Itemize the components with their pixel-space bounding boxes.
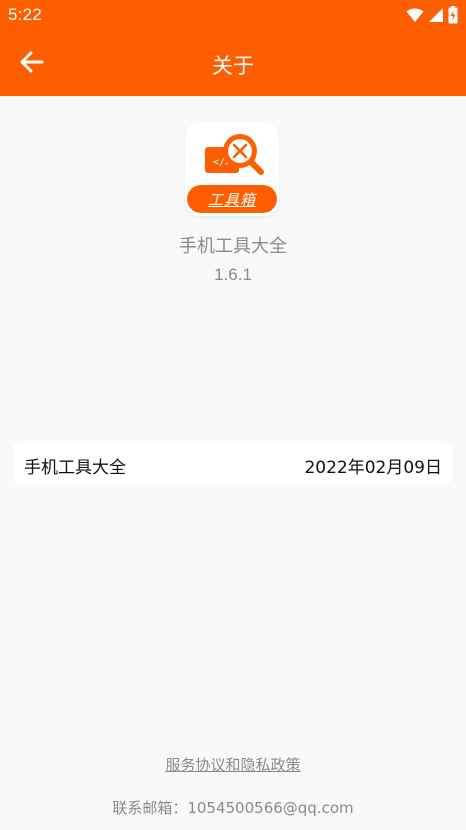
battery-charging-icon: [448, 6, 458, 28]
status-bar: 5:22: [0, 0, 466, 32]
app-bar: 关于: [0, 32, 466, 96]
privacy-policy-link[interactable]: 服务协议和隐私政策: [165, 756, 300, 774]
status-time: 5:22: [8, 5, 42, 24]
icon-banner: 工具箱: [187, 185, 277, 213]
contact-email: 联系邮箱：1054500566@qq.com: [112, 799, 354, 817]
cellular-signal-icon: [428, 7, 444, 27]
app-icon: </> 工具箱: [185, 122, 279, 216]
info-card-date: 2022年02月09日: [304, 458, 442, 478]
page-title: 关于: [212, 54, 254, 78]
status-icons: [406, 6, 458, 28]
info-card-app-name: 手机工具大全: [24, 458, 126, 478]
policy-link-container: 服务协议和隐私政策: [0, 754, 466, 775]
app-version: 1.6.1: [214, 265, 252, 284]
info-card: 手机工具大全 2022年02月09日: [13, 441, 452, 485]
wifi-icon: [406, 8, 424, 27]
icon-banner-text: 工具箱: [207, 190, 256, 209]
app-name: 手机工具大全: [179, 236, 287, 257]
